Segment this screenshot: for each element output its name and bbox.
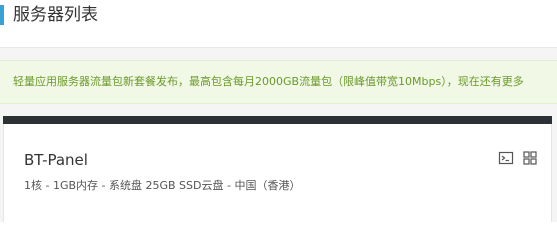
page-header: 服务器列表	[0, 0, 557, 34]
card-top-bar	[3, 116, 552, 124]
title-accent-bar	[0, 5, 4, 25]
grid-view-button[interactable]	[522, 150, 538, 166]
terminal-button[interactable]	[498, 150, 514, 166]
server-name[interactable]: BT-Panel	[24, 150, 88, 170]
page-title: 服务器列表	[13, 5, 98, 25]
announcement-text: 轻量应用服务器流量包新套餐发布，最高包含每月2000GB流量包（限峰值带宽10M…	[13, 75, 524, 88]
terminal-icon	[498, 151, 514, 165]
announcement-banner[interactable]: 轻量应用服务器流量包新套餐发布，最高包含每月2000GB流量包（限峰值带宽10M…	[0, 60, 557, 104]
server-specs: 1核 - 1GB内存 - 系统盘 25GB SSD云盘 - 中国（香港）	[24, 179, 301, 192]
server-card[interactable]: BT-Panel 1核 - 1GB内存 - 系统盘 25GB SSD云盘 - 中…	[3, 116, 552, 222]
grid-icon	[523, 151, 537, 165]
